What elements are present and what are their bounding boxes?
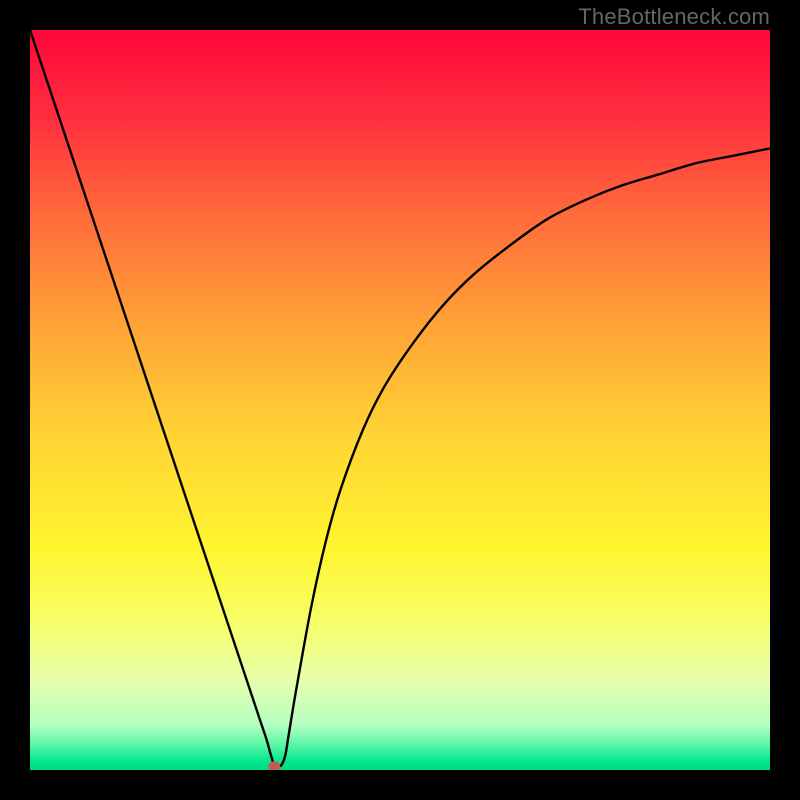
watermark-text: TheBottleneck.com	[578, 4, 770, 30]
bottleneck-chart	[30, 30, 770, 770]
chart-frame: TheBottleneck.com	[0, 0, 800, 800]
plot-area	[30, 30, 770, 770]
gradient-background	[30, 30, 770, 770]
